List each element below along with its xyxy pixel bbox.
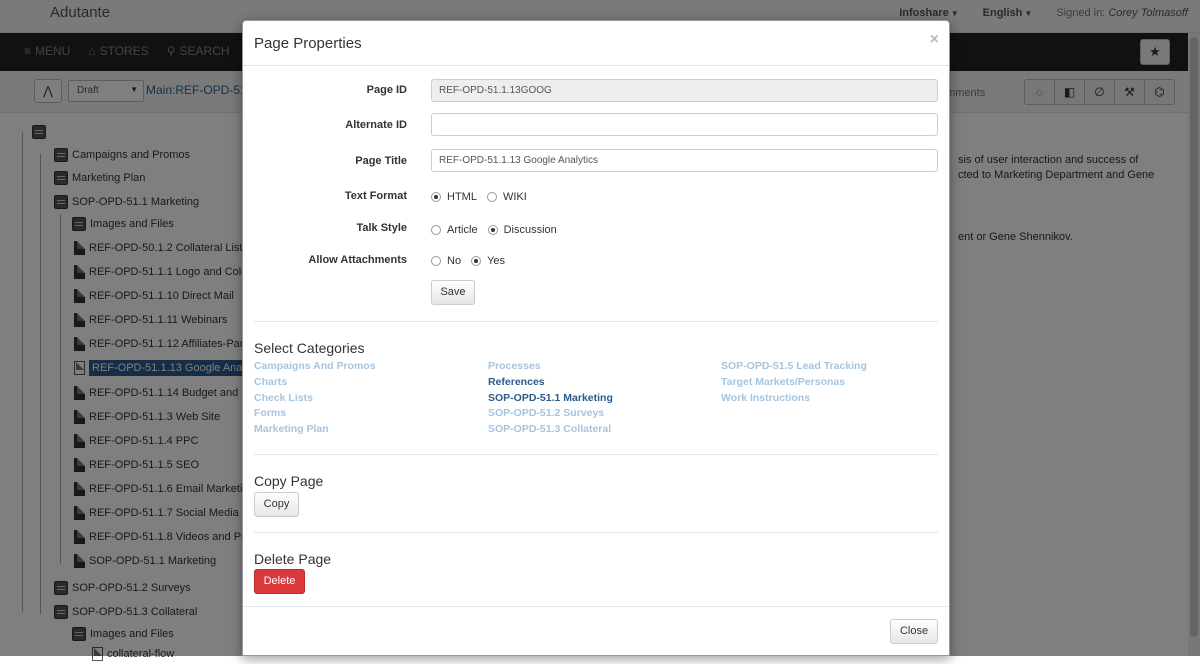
text-format-html-option[interactable]: HTML bbox=[431, 191, 477, 203]
radio[interactable] bbox=[431, 256, 441, 266]
divider bbox=[254, 321, 938, 322]
radio-selected[interactable] bbox=[487, 225, 498, 235]
page-properties-modal: Page Properties × Page ID REF-OPD-51.1.1… bbox=[242, 20, 950, 656]
save-button[interactable]: Save bbox=[431, 280, 475, 305]
page-title-label: Page Title bbox=[355, 155, 407, 167]
category-link[interactable]: Marketing Plan bbox=[254, 423, 329, 435]
category-link[interactable]: SOP-OPD-51.3 Collateral bbox=[488, 423, 611, 435]
modal-footer: Close bbox=[243, 606, 949, 656]
delete-page-title: Delete Page bbox=[254, 551, 332, 567]
alternate-id-label: Alternate ID bbox=[345, 119, 407, 131]
text-format-options: HTML WIKI bbox=[431, 191, 537, 203]
copy-page-title: Copy Page bbox=[254, 473, 324, 489]
radio-label: Article bbox=[447, 224, 478, 236]
close-button[interactable]: Close bbox=[890, 619, 938, 644]
copy-button[interactable]: Copy bbox=[254, 492, 299, 517]
radio-label: Discussion bbox=[503, 224, 557, 236]
attachments-yes-option[interactable]: Yes bbox=[471, 255, 505, 267]
category-link[interactable]: Processes bbox=[488, 360, 541, 372]
radio[interactable] bbox=[431, 225, 441, 235]
category-link[interactable]: Check Lists bbox=[254, 392, 313, 404]
divider bbox=[254, 532, 938, 533]
radio-label: WIKI bbox=[502, 191, 527, 203]
radio-selected[interactable] bbox=[431, 192, 441, 202]
page-id-label: Page ID bbox=[366, 84, 407, 96]
allow-attachments-options: No Yes bbox=[431, 255, 515, 267]
page-id-field: REF-OPD-51.1.13GOOG bbox=[431, 79, 938, 102]
radio-label: HTML bbox=[447, 191, 477, 203]
category-link[interactable]: SOP-OPD-51.5 Lead Tracking bbox=[721, 360, 867, 372]
page-title-field[interactable]: REF-OPD-51.1.13 Google Analytics bbox=[431, 149, 938, 172]
category-link[interactable]: SOP-OPD-51.2 Surveys bbox=[488, 407, 604, 419]
attachments-no-option[interactable]: No bbox=[431, 255, 461, 267]
talk-style-article-option[interactable]: Article bbox=[431, 224, 478, 236]
category-link[interactable]: Target Markets/Personas bbox=[721, 376, 845, 388]
close-icon[interactable]: × bbox=[930, 31, 939, 49]
text-format-label: Text Format bbox=[344, 190, 407, 202]
text-format-wiki-option[interactable]: WIKI bbox=[486, 191, 527, 203]
radio[interactable] bbox=[486, 192, 497, 202]
delete-button[interactable]: Delete bbox=[254, 569, 305, 594]
divider bbox=[254, 454, 938, 455]
modal-title: Page Properties bbox=[254, 35, 362, 52]
alternate-id-field[interactable] bbox=[431, 113, 938, 136]
talk-style-options: Article Discussion bbox=[431, 224, 567, 236]
modal-header: Page Properties × bbox=[243, 21, 949, 66]
select-categories-title: Select Categories bbox=[254, 340, 365, 356]
talk-style-discussion-option[interactable]: Discussion bbox=[487, 224, 557, 236]
category-link-selected[interactable]: References bbox=[488, 376, 545, 388]
radio-selected[interactable] bbox=[471, 256, 482, 266]
category-link[interactable]: Forms bbox=[254, 407, 286, 419]
radio-label: No bbox=[447, 255, 462, 267]
category-link[interactable]: Work Instructions bbox=[721, 392, 810, 404]
radio-label: Yes bbox=[487, 255, 506, 267]
category-link-selected[interactable]: SOP-OPD-51.1 Marketing bbox=[488, 392, 613, 404]
category-link[interactable]: Campaigns And Promos bbox=[254, 360, 376, 372]
talk-style-label: Talk Style bbox=[356, 222, 407, 234]
allow-attachments-label: Allow Attachments bbox=[308, 254, 407, 266]
category-link[interactable]: Charts bbox=[254, 376, 287, 388]
